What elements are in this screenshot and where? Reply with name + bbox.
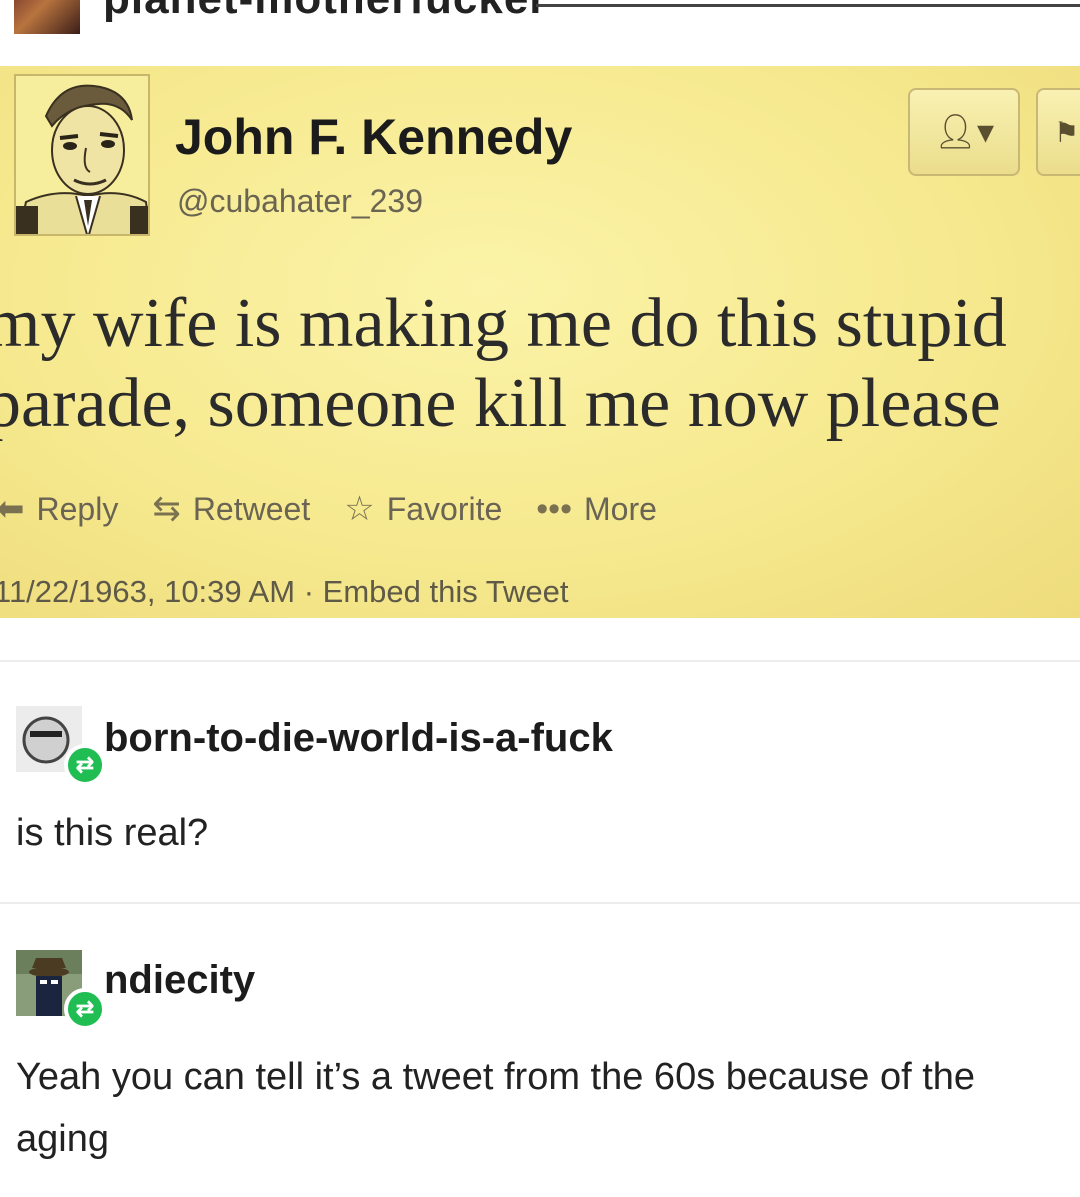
retweet-button[interactable]: ⇆ Retweet (152, 489, 310, 529)
tweet-meta: 11/22/1963, 10:39 AM · Embed this Tweet (0, 574, 568, 610)
chevron-down-icon: ▾ (977, 113, 995, 151)
tweet-timestamp[interactable]: 11/22/1963, 10:39 AM (0, 574, 295, 609)
more-button[interactable]: ••• More (536, 490, 657, 529)
reply-label: Reply (36, 490, 119, 527)
reblog-icon: ⇄ (64, 744, 106, 786)
follow-button[interactable]: 👤︎ ▾ (908, 88, 1020, 176)
favorite-label: Favorite (386, 490, 503, 527)
reblog-text: is this real? (16, 812, 209, 854)
reblog-comment: ⇄ ndiecity Yeah you can tell it’s a twee… (0, 940, 1080, 1190)
post-screenshot: planet-motherfucker John F. Kennedy (0, 0, 1080, 1197)
divider (0, 902, 1080, 904)
divider (0, 660, 1080, 662)
reblog-icon: ⇄ (64, 988, 106, 1030)
reply-icon: ⬅ (0, 490, 25, 528)
action-icon: ⚑ (1054, 116, 1080, 148)
meta-separator: · (303, 574, 315, 609)
reblogger-avatar[interactable]: ⇄ (16, 950, 106, 1030)
favorite-button[interactable]: ☆ Favorite (344, 489, 502, 529)
reblog-comment: ⇄ born-to-die-world-is-a-fuck is this re… (0, 700, 1080, 880)
retweet-icon: ⇆ (152, 490, 181, 528)
post-header: planet-motherfucker (0, 0, 1080, 64)
tweet-text: my wife is making me do this stupid para… (0, 284, 1080, 444)
more-label: More (584, 490, 657, 527)
reply-button[interactable]: ⬅ Reply (0, 489, 118, 529)
reblogger-username[interactable]: born-to-die-world-is-a-fuck (104, 716, 613, 761)
secondary-action-button[interactable]: ⚑ (1036, 88, 1080, 176)
tweet-text-line-1: my wife is making me do this stupid (0, 285, 1007, 362)
more-dots-icon: ••• (536, 489, 572, 528)
reblogger-username[interactable]: ndiecity (104, 958, 255, 1003)
star-icon: ☆ (344, 490, 375, 528)
retweet-label: Retweet (192, 490, 311, 527)
reblogger-avatar[interactable]: ⇄ (16, 706, 106, 786)
tweet-handle[interactable]: @cubahater_239 (177, 183, 423, 220)
tweet-display-name[interactable]: John F. Kennedy (175, 108, 572, 166)
header-rule (536, 4, 1080, 7)
tweet-actions: ⬅ Reply ⇆ Retweet ☆ Favorite ••• More (0, 484, 691, 534)
portrait-icon (16, 76, 148, 234)
tweet-text-line-2: parade, someone kill me now please (0, 365, 1001, 442)
poster-username[interactable]: planet-motherfucker (103, 0, 547, 24)
poster-avatar[interactable] (14, 0, 80, 34)
tweet-avatar[interactable] (14, 74, 150, 236)
reblog-text: Yeah you can tell it’s a tweet from the … (16, 1056, 976, 1160)
person-icon: 👤︎ (933, 113, 978, 151)
tweet-card: John F. Kennedy @cubahater_239 👤︎ ▾ ⚑ my … (0, 66, 1080, 618)
embed-tweet-link[interactable]: Embed this Tweet (323, 574, 569, 609)
